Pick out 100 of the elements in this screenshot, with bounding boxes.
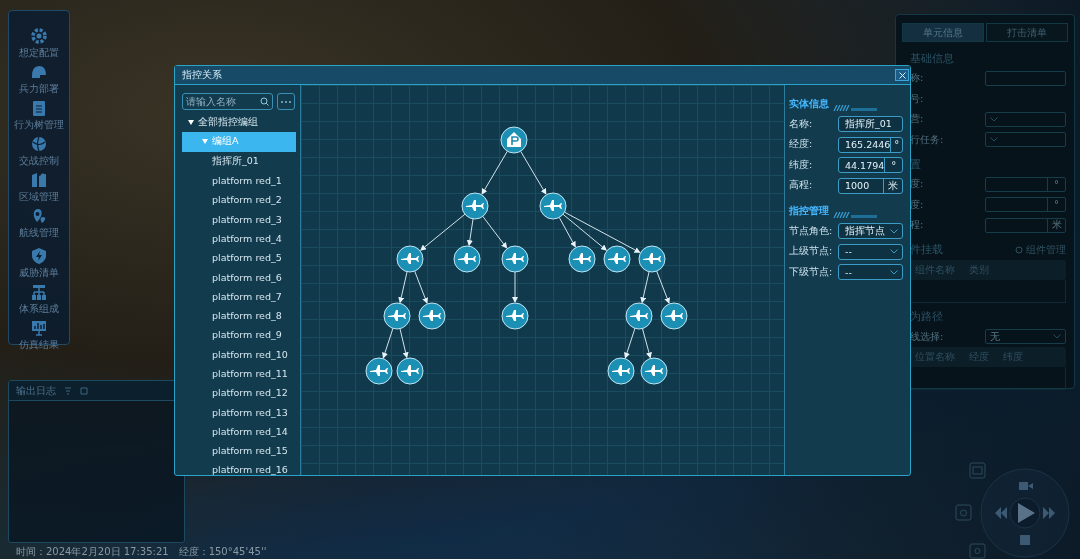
menu-item-icon — [30, 247, 48, 265]
section-title: 置 — [910, 156, 921, 172]
aircraft-node[interactable] — [625, 302, 653, 330]
input-field[interactable] — [985, 70, 1066, 86]
more-icon — [281, 100, 291, 103]
aircraft-node[interactable] — [603, 245, 631, 273]
tree-item[interactable]: 全部指控编组 — [182, 113, 296, 133]
tree-item[interactable]: platform red_10 — [182, 344, 296, 364]
aircraft-node[interactable] — [501, 302, 529, 330]
field-label: 高程: — [789, 179, 813, 193]
tree-item[interactable]: 指挥所_01 — [182, 151, 296, 171]
menu-item-icon — [30, 135, 48, 153]
aircraft-node[interactable] — [453, 245, 481, 273]
menu-item-icon — [30, 99, 48, 117]
stripe-decoration — [831, 212, 877, 218]
field-label: 下级节点: — [789, 265, 833, 279]
aircraft-node[interactable] — [365, 357, 393, 385]
unit-label: 米 — [1047, 218, 1065, 232]
number-field[interactable]: 165.2446 ° — [838, 136, 903, 153]
tree-item[interactable]: platform red_13 — [182, 402, 296, 422]
tree-item[interactable]: platform red_16 — [182, 460, 296, 480]
aircraft-node[interactable] — [568, 245, 596, 273]
number-field[interactable]: 米 — [985, 217, 1066, 233]
sidebar-item[interactable]: 想定配置 — [9, 27, 69, 60]
field-label: 名称: — [789, 117, 813, 131]
sidebar-item[interactable]: 航线管理 — [9, 207, 69, 240]
sidebar-item[interactable]: 体系组成 — [9, 283, 69, 316]
dropdown[interactable]: -- — [838, 243, 903, 260]
field-label: 行任务: — [910, 132, 945, 147]
search-icon — [260, 97, 269, 106]
tree-item[interactable]: platform red_5 — [182, 248, 296, 268]
number-field[interactable]: ° — [985, 197, 1066, 213]
aircraft-node[interactable] — [383, 302, 411, 330]
aircraft-node[interactable] — [539, 192, 567, 220]
sidebar-item[interactable]: 区域管理 — [9, 171, 69, 204]
tree-item[interactable]: platform red_11 — [182, 363, 296, 384]
section-title: 件挂载 — [910, 242, 943, 257]
sidebar-item[interactable]: 行为树管理 — [9, 99, 69, 132]
field-label: 号: — [910, 91, 925, 106]
panel-title: 输出日志 — [16, 383, 56, 398]
field-label: 纬度: — [789, 158, 813, 172]
aircraft-node[interactable] — [418, 302, 446, 330]
number-field[interactable]: 44.1794 ° — [838, 157, 903, 174]
section-title: 为路径 — [910, 309, 943, 324]
sidebar-item[interactable]: 兵力部署 — [9, 63, 69, 96]
chevron-icon — [990, 116, 998, 122]
field-label: 上级节点: — [789, 245, 833, 259]
more-button[interactable] — [277, 93, 295, 110]
caret-icon — [202, 139, 208, 145]
longitude-text: 经度：150°45'45'' — [178, 545, 267, 559]
field-label: 营: — [910, 112, 925, 127]
menu-item-icon — [30, 319, 48, 337]
aircraft-node[interactable] — [396, 245, 424, 273]
field-label: 度: — [910, 197, 925, 212]
menu-item-icon — [30, 171, 48, 189]
caret-icon — [188, 120, 194, 126]
unit-label: ° — [890, 137, 902, 152]
sidebar-item[interactable]: 仿真结果 — [9, 319, 69, 352]
aircraft-node[interactable] — [660, 302, 688, 330]
aircraft-node[interactable] — [501, 245, 529, 273]
menu-item-icon — [30, 63, 48, 81]
section-title: 基础信息 — [910, 50, 954, 66]
tree-item[interactable]: platform red_1 — [182, 170, 296, 191]
sidebar-item[interactable]: 交战控制 — [9, 135, 69, 168]
tree-item[interactable]: platform red_2 — [182, 190, 296, 210]
tree-item[interactable]: platform red_15 — [182, 441, 296, 461]
field-label: 度: — [910, 177, 925, 192]
tree-item[interactable]: platform red_7 — [182, 286, 296, 306]
chevron-icon — [1053, 334, 1061, 340]
tree-item[interactable]: platform red_14 — [182, 421, 296, 442]
aircraft-node[interactable] — [396, 357, 424, 385]
aircraft-node[interactable] — [607, 357, 635, 385]
field-label: 线选择: — [910, 329, 945, 344]
number-field[interactable]: ° — [985, 176, 1066, 192]
tree-item[interactable]: platform red_8 — [182, 305, 296, 326]
aircraft-node[interactable] — [461, 192, 489, 220]
tree-item[interactable]: platform red_12 — [182, 383, 296, 403]
field-label: 节点角色: — [789, 224, 833, 238]
play-button[interactable] — [1018, 503, 1035, 523]
dropdown[interactable]: -- — [838, 264, 903, 281]
menu-item-icon — [30, 27, 48, 45]
aircraft-node[interactable] — [640, 357, 668, 385]
command-node[interactable] — [500, 126, 528, 154]
chevron-icon — [890, 249, 898, 255]
section-title: 指控管理 — [789, 204, 829, 218]
tree-item[interactable]: platform red_4 — [182, 228, 296, 249]
chevron-icon — [990, 137, 998, 143]
time-text: 时间：2024年2月20日 17:35:21 — [16, 545, 169, 559]
number-field[interactable]: 1000 米 — [838, 177, 903, 194]
aircraft-node[interactable] — [638, 245, 666, 273]
dropdown[interactable]: 无 — [985, 329, 1066, 345]
name-field[interactable]: 指挥所_01 — [838, 116, 903, 133]
search-field[interactable]: 请输入名称 — [182, 93, 273, 110]
tree-item[interactable]: platform red_9 — [182, 325, 296, 345]
tree-item[interactable]: platform red_3 — [182, 209, 296, 229]
sidebar-item[interactable]: 威胁清单 — [9, 247, 69, 280]
close-button[interactable] — [895, 69, 909, 81]
dropdown[interactable]: 指挥节点 — [838, 223, 903, 240]
tree-item[interactable]: platform red_6 — [182, 267, 296, 287]
section-title: 实体信息 — [789, 97, 829, 111]
